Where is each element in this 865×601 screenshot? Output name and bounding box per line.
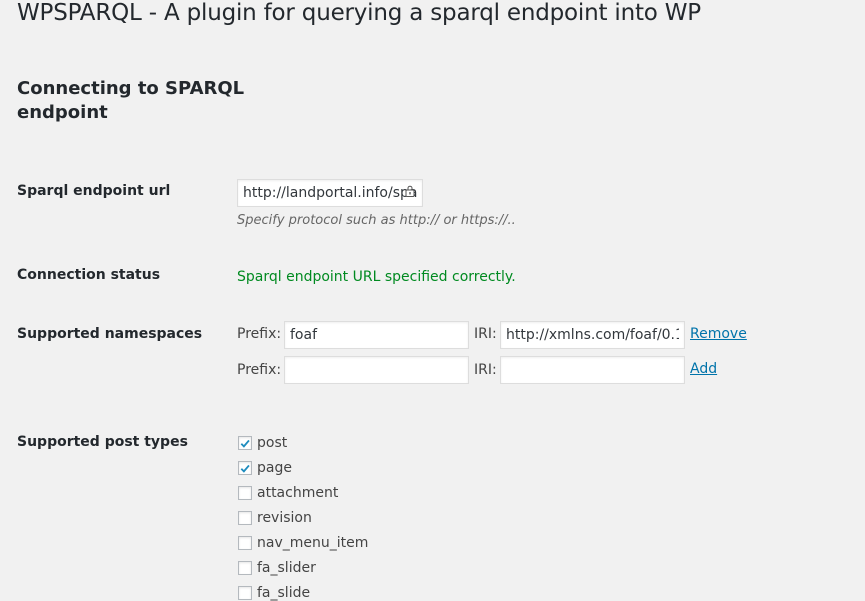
post-type-label: fa_slider bbox=[257, 560, 316, 576]
prefix-label: Prefix: bbox=[237, 326, 282, 342]
remove-namespace-link[interactable]: Remove bbox=[690, 326, 747, 342]
supported-post-types-label: Supported post types bbox=[17, 434, 188, 450]
namespace-prefix-input[interactable] bbox=[284, 321, 469, 349]
post-type-checkbox[interactable] bbox=[238, 561, 252, 575]
namespace-iri-input[interactable] bbox=[500, 321, 685, 349]
iri-label: IRI: bbox=[474, 326, 497, 342]
post-type-label: nav_menu_item bbox=[257, 535, 369, 551]
add-namespace-link[interactable]: Add bbox=[690, 361, 717, 377]
post-type-checkbox[interactable] bbox=[238, 461, 252, 475]
checkmark-icon bbox=[240, 464, 250, 473]
post-type-checkbox[interactable] bbox=[238, 511, 252, 525]
iri-label: IRI: bbox=[474, 362, 497, 378]
post-type-checkbox[interactable] bbox=[238, 486, 252, 500]
post-type-option-attachment[interactable]: attachment bbox=[237, 483, 338, 503]
endpoint-url-label: Sparql endpoint url bbox=[17, 183, 171, 199]
section-heading: Connecting to SPARQL endpoint bbox=[17, 78, 245, 123]
post-type-option-post[interactable]: post bbox=[237, 433, 287, 453]
lock-icon bbox=[405, 185, 415, 197]
connection-status-text: Sparql endpoint URL specified correctly. bbox=[237, 269, 516, 285]
post-type-label: attachment bbox=[257, 485, 339, 501]
post-type-checkbox[interactable] bbox=[238, 586, 252, 600]
post-type-option-fa-slider[interactable]: fa_slider bbox=[237, 558, 316, 578]
post-type-checkbox[interactable] bbox=[238, 536, 252, 550]
settings-page: WPSPARQL - A plugin for querying a sparq… bbox=[0, 0, 865, 601]
post-type-label: revision bbox=[257, 510, 312, 526]
supported-namespaces-label: Supported namespaces bbox=[17, 326, 203, 342]
post-type-label: fa_slide bbox=[257, 585, 311, 601]
connection-status-label: Connection status bbox=[17, 267, 161, 283]
post-type-option-revision[interactable]: revision bbox=[237, 508, 312, 528]
post-type-option-nav-menu-item[interactable]: nav_menu_item bbox=[237, 533, 368, 553]
new-namespace-iri-input[interactable] bbox=[500, 356, 685, 384]
page-title: WPSPARQL - A plugin for querying a sparq… bbox=[17, 0, 701, 26]
endpoint-url-input[interactable] bbox=[237, 179, 423, 207]
endpoint-url-description: Specify protocol such as http:// or http… bbox=[237, 213, 516, 228]
post-type-option-page[interactable]: page bbox=[237, 458, 292, 478]
post-type-label: page bbox=[257, 460, 292, 476]
checkmark-icon bbox=[240, 439, 250, 448]
new-namespace-prefix-input[interactable] bbox=[284, 356, 469, 384]
post-type-checkbox[interactable] bbox=[238, 436, 252, 450]
post-type-option-fa-slide[interactable]: fa_slide bbox=[237, 583, 310, 601]
prefix-label: Prefix: bbox=[237, 362, 282, 378]
post-type-label: post bbox=[257, 435, 288, 451]
